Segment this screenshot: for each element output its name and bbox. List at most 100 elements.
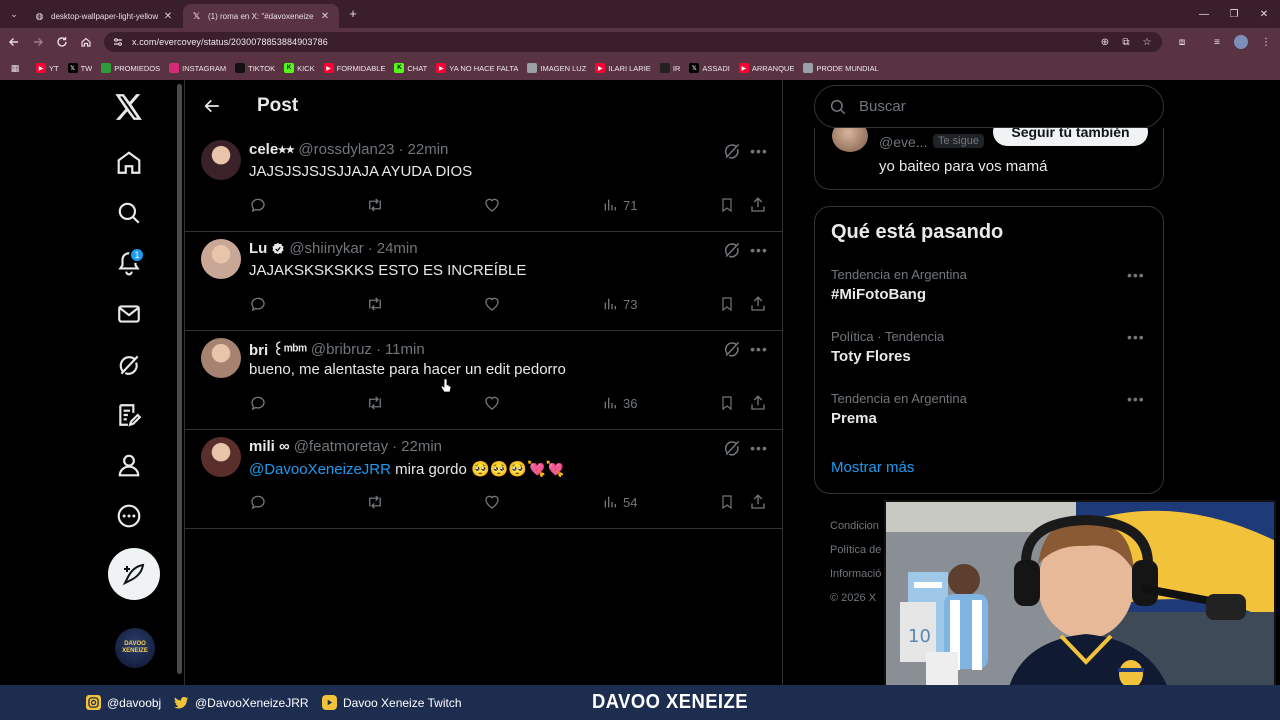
show-more-link[interactable]: Mostrar más (831, 459, 914, 476)
browser-tab[interactable]: ◍ desktop-wallpaper-light-yellow ✕ (26, 4, 182, 28)
like-heart-icon[interactable] (483, 393, 501, 413)
display-name[interactable]: cele⭑⭒ (249, 141, 294, 158)
zoom-icon[interactable]: ⊕ (1097, 34, 1113, 50)
close-window-icon[interactable]: ✕ (1256, 6, 1272, 22)
display-name[interactable]: mili ∞ (249, 438, 290, 455)
user-handle[interactable]: @shiinykar (289, 240, 363, 257)
address-bar[interactable]: x.com/evercovey/status/20300788538849037… (104, 32, 1162, 52)
bookmark-item[interactable]: PRODE MUNDIAL (803, 63, 879, 73)
more-options-icon[interactable]: ••• (748, 437, 770, 459)
tab-search-icon[interactable]: ⌄ (6, 6, 22, 22)
trend-item[interactable]: Tendencia en Argentina #MiFotoBang ••• (815, 267, 1163, 329)
bookmark-icon[interactable] (719, 393, 735, 413)
bookmark-item[interactable]: PROMIEDOS (101, 63, 160, 73)
extensions-icon[interactable]: ⧈ (1174, 34, 1190, 50)
views-button[interactable]: 71 (602, 195, 637, 215)
user-avatar[interactable] (201, 239, 241, 279)
back-icon[interactable] (6, 34, 22, 50)
bookmark-item[interactable]: ▶ ARRANQUE (738, 63, 794, 73)
browser-tab-active[interactable]: 𝕏 (1) roma en X: "#davoxeneize ✕ (183, 4, 339, 28)
bookmark-item[interactable]: ▶ YA NO HACE FALTA (436, 63, 518, 73)
bookmark-icon[interactable] (719, 195, 735, 215)
messages-mail-icon[interactable] (114, 299, 144, 329)
user-handle[interactable]: @rossdylan23 (298, 141, 394, 158)
share-icon[interactable] (749, 294, 767, 314)
forward-icon[interactable] (30, 34, 46, 50)
user-avatar[interactable] (201, 437, 241, 477)
views-button[interactable]: 54 (602, 492, 637, 512)
reply-icon[interactable] (249, 492, 267, 512)
apps-grid-icon[interactable]: ▦ (8, 61, 22, 75)
display-name[interactable]: bri ꒰ᵐᵇᵐ (249, 339, 307, 359)
like-heart-icon[interactable] (483, 294, 501, 314)
profile-icon[interactable] (1233, 34, 1249, 50)
share-icon[interactable] (749, 195, 767, 215)
bookmark-star-icon[interactable]: ☆ (1139, 34, 1155, 50)
bookmark-item[interactable]: 𝕏 ASSADI (689, 63, 730, 73)
more-options-icon[interactable]: ••• (748, 239, 770, 261)
views-button[interactable]: 36 (602, 393, 637, 413)
retweet-icon[interactable] (365, 294, 385, 314)
reply-icon[interactable] (249, 195, 267, 215)
home-icon[interactable] (114, 148, 144, 178)
user-handle[interactable]: @bribruz (311, 341, 372, 358)
post-time[interactable]: 22min (408, 141, 449, 158)
bookmark-item[interactable]: INSTAGRAM (169, 63, 226, 73)
more-options-icon[interactable]: ••• (748, 338, 770, 360)
suggested-user-avatar[interactable] (832, 128, 868, 152)
reply-icon[interactable] (249, 393, 267, 413)
reply-post[interactable]: Lu @shiinykar · 24min JAJAKSKSKSKKS ESTO… (185, 232, 783, 331)
like-heart-icon[interactable] (483, 195, 501, 215)
reply-post[interactable]: cele⭑⭒ @rossdylan23 · 22min JAJSJSJSJSJJ… (185, 133, 783, 232)
grok-icon[interactable] (114, 350, 144, 380)
user-handle[interactable]: @featmoretay (294, 438, 388, 455)
post-time[interactable]: 24min (377, 240, 418, 257)
display-name[interactable]: Lu (249, 240, 267, 257)
footer-link[interactable]: Política de (830, 538, 881, 562)
suggested-user-handle[interactable]: @eve... (879, 134, 927, 150)
grok-icon[interactable] (721, 338, 743, 360)
more-options-icon[interactable]: ••• (748, 140, 770, 162)
reload-icon[interactable] (54, 34, 70, 50)
trend-item[interactable]: Tendencia en Argentina Prema ••• (815, 391, 1163, 453)
footer-link[interactable]: Informació (830, 562, 881, 586)
share-icon[interactable] (749, 492, 767, 512)
profile-icon[interactable] (114, 450, 144, 480)
reply-post[interactable]: mili ∞ @featmoretay · 22min @DavooXeneiz… (185, 430, 783, 529)
bookmark-item[interactable]: K CHAT (394, 63, 427, 73)
bookmark-item[interactable]: IR (659, 63, 680, 73)
reading-list-icon[interactable]: ≡ (1209, 34, 1225, 50)
minimize-icon[interactable]: — (1196, 6, 1212, 22)
new-tab-button[interactable]: + (346, 5, 360, 21)
retweet-icon[interactable] (365, 492, 385, 512)
share-icon[interactable] (749, 393, 767, 413)
close-tab-icon[interactable]: ✕ (319, 11, 331, 22)
reply-post[interactable]: bri ꒰ᵐᵇᵐ @bribruz · 11min bueno, me alen… (185, 331, 783, 430)
bookmark-item[interactable]: ▶ ILARI LARIE (595, 63, 651, 73)
close-tab-icon[interactable]: ✕ (162, 11, 174, 22)
grok-icon[interactable] (721, 239, 743, 261)
views-button[interactable]: 73 (602, 294, 637, 314)
mention-link[interactable]: @DavooXeneizeJRR (249, 461, 391, 478)
site-settings-icon[interactable] (112, 36, 124, 48)
scrollbar-thumb[interactable] (177, 84, 182, 674)
back-arrow-icon[interactable] (201, 95, 223, 117)
grok-icon[interactable] (721, 437, 743, 459)
retweet-icon[interactable] (365, 195, 385, 215)
like-heart-icon[interactable] (483, 492, 501, 512)
post-time[interactable]: 22min (401, 438, 442, 455)
bookmark-item[interactable]: K KICK (284, 63, 315, 73)
restore-icon[interactable]: ❐ (1226, 6, 1242, 22)
x-logo-icon[interactable] (109, 92, 149, 122)
bookmark-item[interactable]: ▶ FORMIDABLE (323, 63, 385, 73)
retweet-icon[interactable] (365, 393, 385, 413)
user-avatar[interactable] (201, 338, 241, 378)
more-circle-icon[interactable] (114, 501, 144, 531)
post-time[interactable]: 11min (385, 341, 425, 358)
account-avatar[interactable]: DAVOO XENEIZE (115, 628, 155, 668)
bookmark-icon[interactable] (719, 492, 735, 512)
bookmark-item[interactable]: ▶ YT (36, 63, 59, 73)
bookmark-item[interactable]: IMAGEN LUZ (527, 63, 586, 73)
bookmark-item[interactable]: TIKTOK (235, 63, 275, 73)
compose-post-button[interactable] (108, 548, 160, 600)
